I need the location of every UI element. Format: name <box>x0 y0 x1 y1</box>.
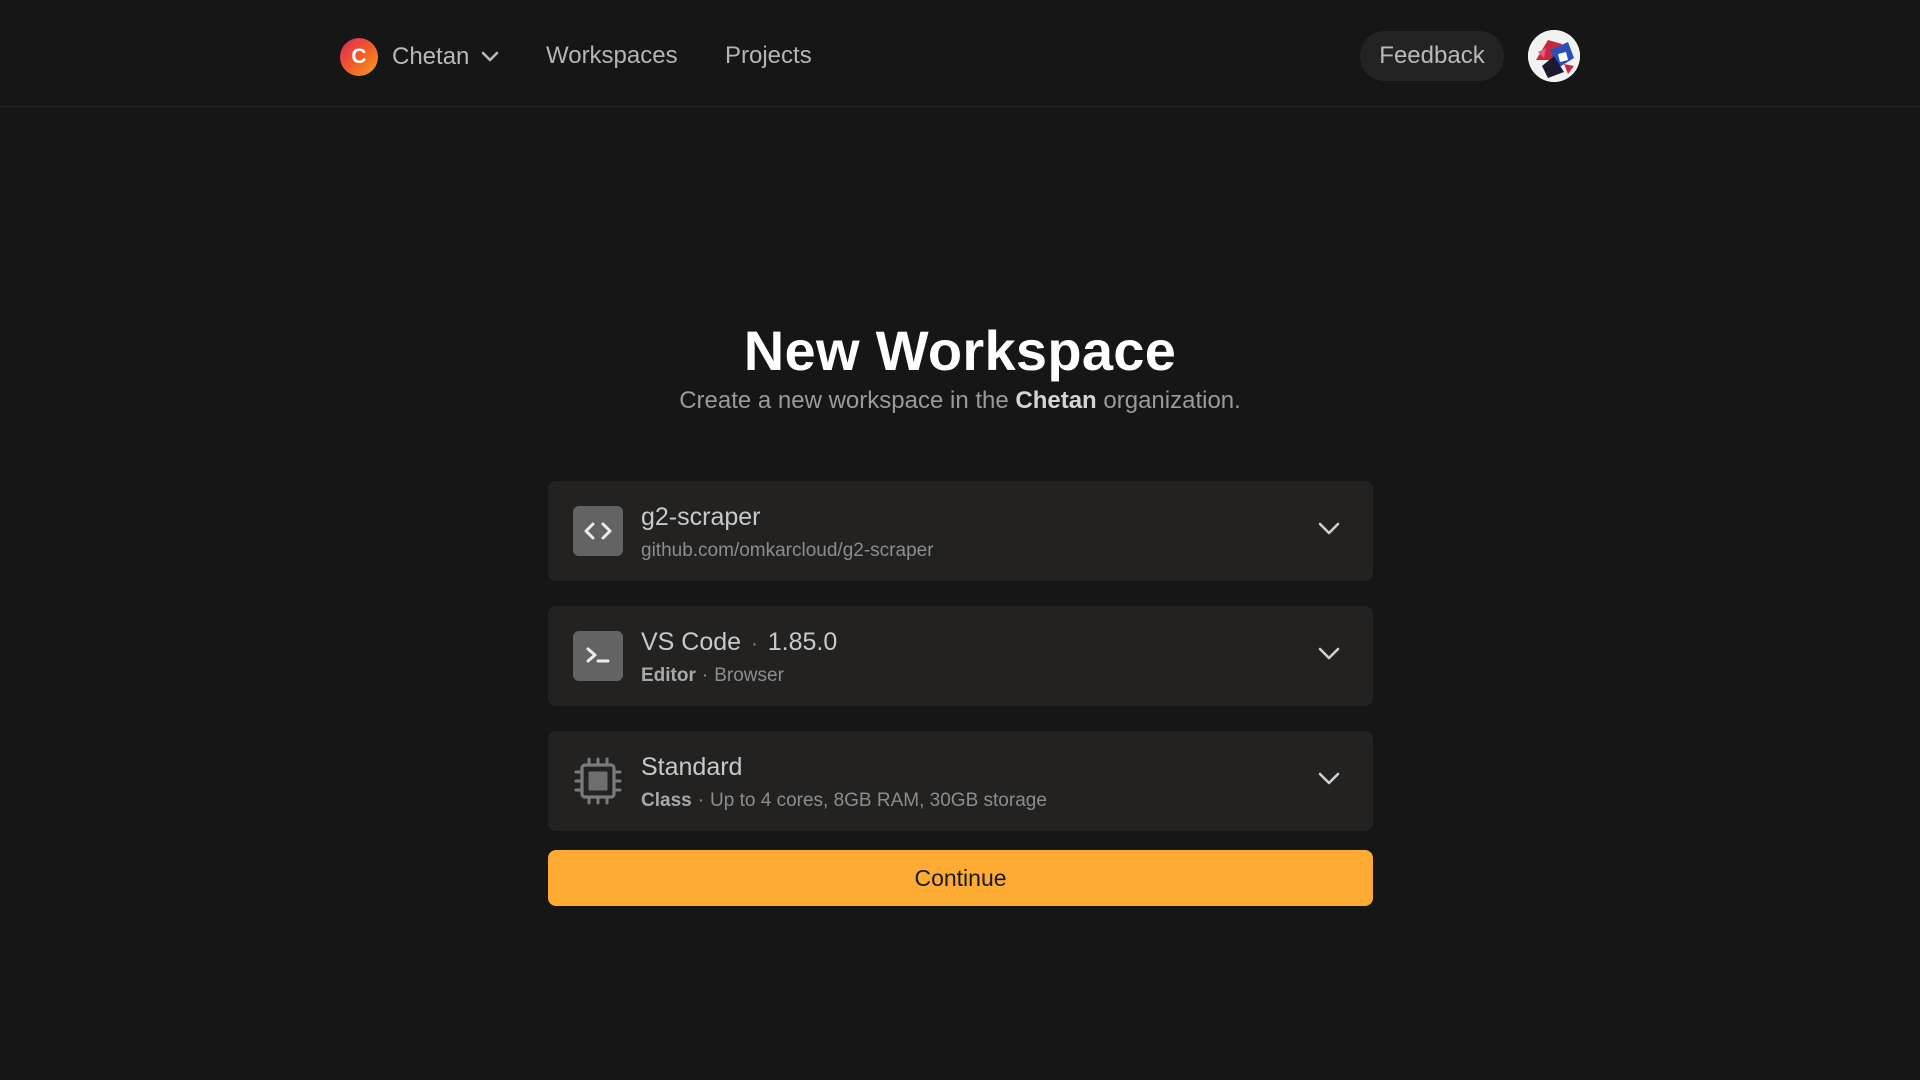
editor-title: VS Code · 1.85.0 <box>641 628 837 657</box>
repository-url: github.com/omkarcloud/g2-scraper <box>641 540 934 561</box>
org-switcher[interactable]: C Chetan <box>340 37 499 77</box>
class-specs: Up to 4 cores, 8GB RAM, 30GB storage <box>710 790 1047 811</box>
cpu-chip-icon <box>573 756 623 806</box>
subtitle-prefix: Create a new workspace in the <box>679 387 1016 414</box>
top-navigation: C Chetan Workspaces Projects Feedback <box>0 0 1920 107</box>
class-details: Class · Up to 4 cores, 8GB RAM, 30GB stora… <box>641 790 1047 812</box>
chevron-down-icon <box>1317 771 1341 787</box>
repository-name: g2-scraper <box>641 503 761 531</box>
user-avatar[interactable] <box>1528 30 1580 82</box>
editor-version: 1.85.0 <box>767 628 838 656</box>
chevron-down-icon <box>1317 646 1341 662</box>
editor-mode: Browser <box>714 665 784 686</box>
editor-details: Editor · Browser <box>641 665 784 687</box>
editor-sub-separator: · <box>701 665 709 686</box>
code-icon <box>573 506 623 556</box>
chevron-down-icon <box>1317 521 1341 537</box>
chevron-down-icon <box>481 51 499 63</box>
editor-selector[interactable]: VS Code · 1.85.0 Editor · Browser <box>548 606 1373 706</box>
class-sub-separator: · <box>697 790 705 811</box>
editor-title-separator: · <box>751 633 758 655</box>
subtitle-org-name: Chetan <box>1015 387 1097 414</box>
subtitle-suffix: organization. <box>1096 387 1241 414</box>
org-avatar: C <box>340 38 378 76</box>
feedback-button[interactable]: Feedback <box>1360 31 1504 81</box>
editor-name: VS Code <box>641 628 742 656</box>
nav-link-projects[interactable]: Projects <box>725 42 812 70</box>
class-name: Standard <box>641 753 743 781</box>
page-subtitle: Create a new workspace in the Chetan org… <box>0 387 1920 415</box>
page-title: New Workspace <box>743 319 1177 382</box>
editor-sub-label: Editor <box>641 665 696 686</box>
class-sub-label: Class <box>641 790 692 811</box>
nav-link-workspaces[interactable]: Workspaces <box>546 42 678 70</box>
workspace-class-selector[interactable]: Standard Class · Up to 4 cores, 8GB RAM, 3… <box>548 731 1373 831</box>
continue-button[interactable]: Continue <box>548 850 1373 906</box>
org-name: Chetan <box>392 43 470 70</box>
terminal-icon <box>573 631 623 681</box>
repository-selector[interactable]: g2-scraper github.com/omkarcloud/g2-scra… <box>548 481 1373 581</box>
